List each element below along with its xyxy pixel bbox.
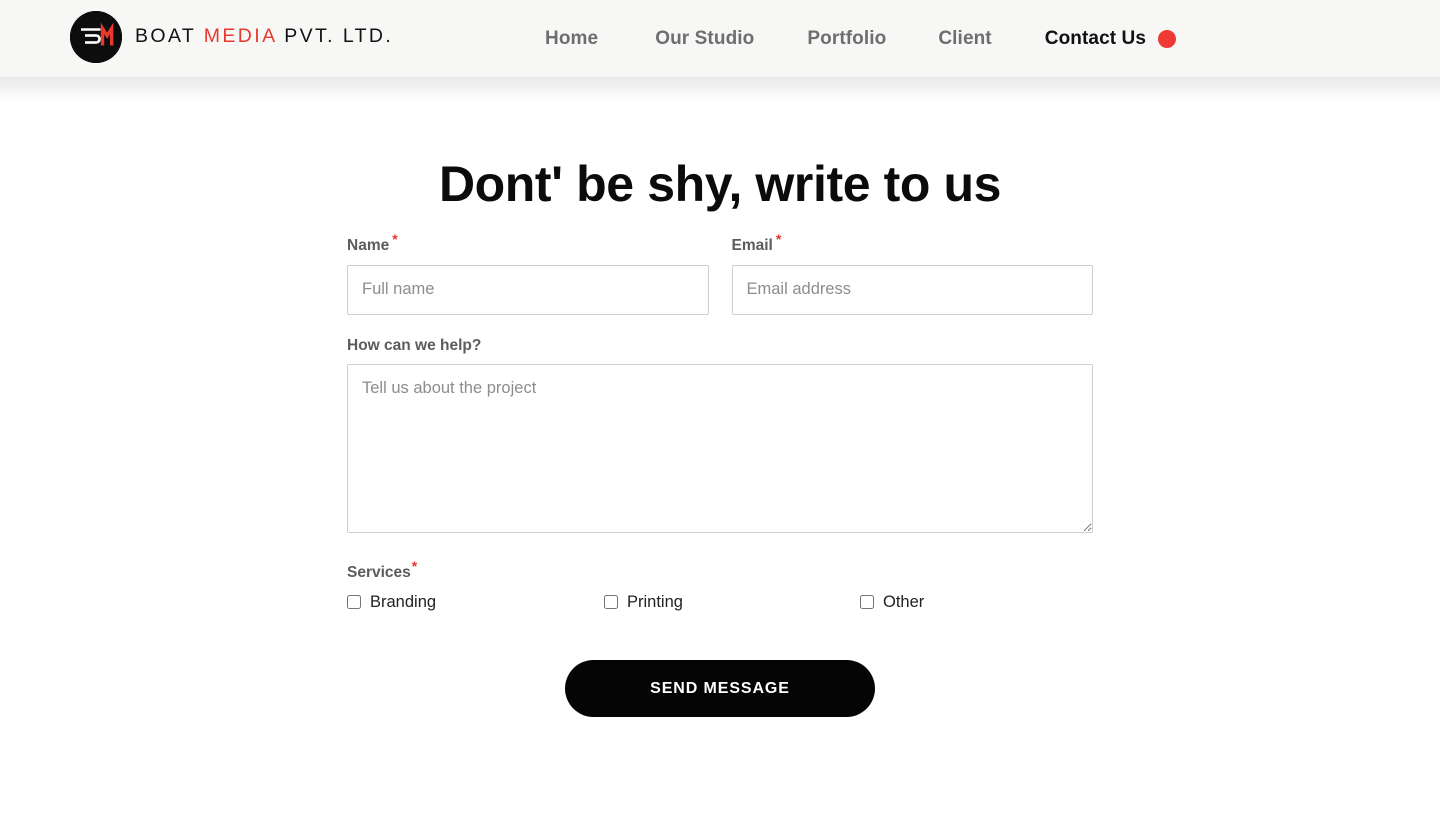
contact-form: Name* Email* How can we help? Services* …: [347, 232, 1094, 717]
name-input[interactable]: [347, 264, 709, 315]
services-label: Services*: [347, 559, 1093, 581]
service-option-other[interactable]: Other: [860, 592, 925, 611]
name-label-text: Name: [347, 237, 390, 254]
nav-item-client[interactable]: Client: [938, 29, 991, 48]
service-option-printing[interactable]: Printing: [604, 592, 860, 611]
email-input[interactable]: [731, 264, 1093, 315]
service-checkbox-other[interactable]: [860, 594, 874, 609]
email-label-text: Email: [731, 237, 773, 254]
red-dot-icon: [1158, 29, 1177, 48]
services-label-text: Services: [347, 564, 411, 581]
services-options: Branding Printing Other: [347, 592, 1093, 611]
brand-word-suffix: PVT. LTD.: [276, 25, 394, 48]
nav-item-home[interactable]: Home: [545, 29, 598, 48]
submit-row: SEND MESSAGE: [347, 660, 1093, 717]
nav-item-portfolio[interactable]: Portfolio: [807, 29, 886, 48]
page-title: Dont' be shy, write to us: [438, 156, 1002, 212]
send-message-button[interactable]: SEND MESSAGE: [565, 660, 875, 717]
service-label-printing: Printing: [627, 592, 683, 611]
brand-word-media: MEDIA: [203, 25, 277, 48]
message-label: How can we help?: [347, 336, 482, 354]
name-label: Name *: [347, 232, 709, 254]
service-label-branding: Branding: [370, 592, 437, 611]
brand-logo-link[interactable]: BOAT MEDIA PVT. LTD.: [70, 11, 393, 63]
service-option-branding[interactable]: Branding: [347, 592, 604, 611]
service-checkbox-branding[interactable]: [347, 594, 361, 609]
nav-item-our-studio[interactable]: Our Studio: [655, 29, 754, 48]
services-field-group: Services* Branding Printing Other: [347, 559, 1093, 611]
name-field-group: Name *: [347, 232, 709, 315]
nav-item-contact-us[interactable]: Contact Us: [1045, 29, 1146, 48]
message-textarea[interactable]: [347, 364, 1093, 533]
main-navigation: Home Our Studio Portfolio Client Contact…: [545, 0, 1177, 77]
service-label-other: Other: [883, 592, 925, 611]
required-asterisk: *: [775, 230, 782, 247]
brand-wordmark: BOAT MEDIA PVT. LTD.: [135, 27, 393, 47]
name-email-row: Name* Email*: [347, 232, 1094, 315]
email-label: Email *: [731, 232, 1094, 254]
bm-monogram-icon: [70, 11, 122, 63]
service-checkbox-printing[interactable]: [604, 594, 618, 609]
email-field-group: Email *: [731, 232, 1094, 315]
brand-word-boat: BOAT: [135, 25, 204, 48]
required-asterisk: *: [392, 230, 398, 247]
required-asterisk: *: [411, 557, 418, 574]
message-field-group: How can we help?: [347, 336, 1093, 533]
site-header: BOAT MEDIA PVT. LTD. Home Our Studio Por…: [0, 0, 1440, 103]
